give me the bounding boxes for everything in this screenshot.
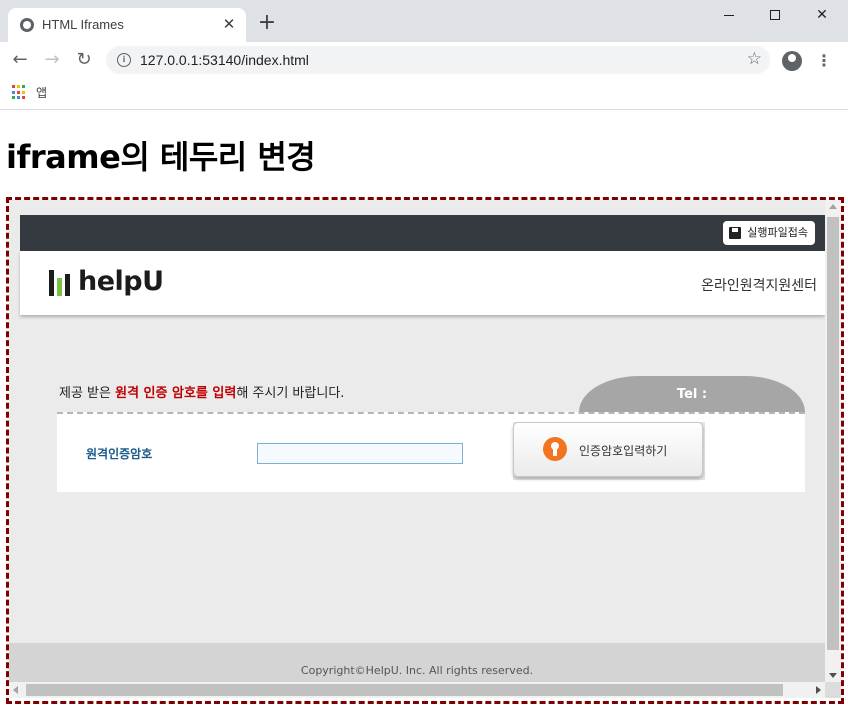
browser-tab[interactable]: HTML Iframes ✕ bbox=[8, 8, 246, 42]
horizontal-scrollbar[interactable] bbox=[9, 682, 825, 698]
window-minimize-button[interactable] bbox=[706, 4, 752, 26]
browser-toolbar: ← → ↻ i 127.0.0.1:53140/index.html ☆ ⋮ bbox=[0, 42, 848, 78]
keyhole-icon bbox=[543, 437, 567, 461]
support-center-name: 온라인원격지원센터 bbox=[701, 278, 817, 294]
auth-submit-label: 인증암호입력하기 bbox=[579, 444, 668, 458]
helpu-logo-mark-icon bbox=[49, 270, 73, 296]
tab-title: HTML Iframes bbox=[42, 17, 124, 32]
profile-icon[interactable] bbox=[782, 51, 802, 71]
url-text[interactable]: 127.0.0.1:53140/index.html bbox=[140, 52, 309, 68]
instruction-suffix: 해 주시기 바랍니다. bbox=[236, 386, 345, 401]
auth-submit-button[interactable]: 인증암호입력하기 bbox=[513, 422, 705, 480]
new-tab-button[interactable]: + bbox=[256, 12, 278, 34]
copyright-text: Copyright©HelpU. Inc. All rights reserve… bbox=[300, 664, 534, 677]
instruction-text: 제공 받은 원격 인증 암호를 입력해 주시기 바랍니다. bbox=[59, 382, 344, 401]
auth-form-panel: 원격인증암호 인증암호입력하기 bbox=[57, 412, 805, 492]
reload-button[interactable]: ↻ bbox=[72, 48, 96, 72]
helpu-header: helpU 온라인원격지원센터 bbox=[20, 251, 825, 315]
iframe-frame: 실행파일접속 helpU 온라인원격지원센터 제공 받은 원격 인증 암호를 입… bbox=[6, 197, 844, 704]
helpu-footer: Copyright©HelpU. Inc. All rights reserve… bbox=[9, 643, 825, 682]
window-maximize-button[interactable] bbox=[752, 4, 798, 26]
scroll-down-icon[interactable] bbox=[829, 673, 837, 678]
bookmarks-bar: 앱 bbox=[0, 78, 848, 110]
scroll-left-icon[interactable] bbox=[13, 686, 18, 694]
back-button[interactable]: ← bbox=[8, 48, 32, 72]
auth-submit-face[interactable]: 인증암호입력하기 bbox=[513, 422, 703, 477]
tab-strip: HTML Iframes ✕ + ✕ bbox=[0, 0, 848, 42]
address-bar[interactable]: i 127.0.0.1:53140/index.html ☆ bbox=[106, 46, 770, 74]
apps-bookmark-label[interactable]: 앱 bbox=[36, 84, 47, 101]
floppy-disk-icon bbox=[729, 227, 742, 239]
window-close-button[interactable]: ✕ bbox=[799, 4, 845, 26]
horizontal-scroll-thumb[interactable] bbox=[26, 684, 783, 696]
vertical-scrollbar[interactable] bbox=[825, 200, 841, 682]
vertical-scroll-thumb[interactable] bbox=[827, 217, 839, 650]
auth-code-input[interactable] bbox=[257, 443, 463, 464]
tab-close-icon[interactable]: ✕ bbox=[220, 15, 238, 33]
instruction-prefix: 제공 받은 bbox=[59, 386, 116, 401]
scroll-up-icon[interactable] bbox=[829, 204, 837, 209]
forward-button[interactable]: → bbox=[40, 48, 64, 72]
apps-grid-icon[interactable] bbox=[12, 85, 27, 100]
kebab-menu-icon[interactable]: ⋮ bbox=[814, 50, 834, 72]
scrollbar-corner bbox=[825, 682, 841, 698]
globe-icon bbox=[20, 18, 34, 32]
star-icon[interactable]: ☆ bbox=[747, 49, 762, 69]
page-title: iframe의 테두리 변경 bbox=[6, 138, 316, 176]
scroll-right-icon[interactable] bbox=[816, 686, 821, 694]
info-icon[interactable]: i bbox=[117, 53, 131, 67]
auth-code-label: 원격인증암호 bbox=[86, 447, 153, 461]
tel-label: Tel : bbox=[676, 387, 708, 402]
exec-file-connect-button[interactable]: 실행파일접속 bbox=[723, 221, 815, 245]
helpu-topbar: 실행파일접속 bbox=[20, 215, 825, 251]
iframe-document: 실행파일접속 helpU 온라인원격지원센터 제공 받은 원격 인증 암호를 입… bbox=[9, 200, 825, 682]
tel-tab: Tel : bbox=[579, 376, 805, 412]
instruction-highlight: 원격 인증 암호를 입력 bbox=[115, 386, 237, 401]
exec-file-connect-label: 실행파일접속 bbox=[747, 226, 808, 239]
helpu-logo-text: helpU bbox=[78, 266, 164, 297]
